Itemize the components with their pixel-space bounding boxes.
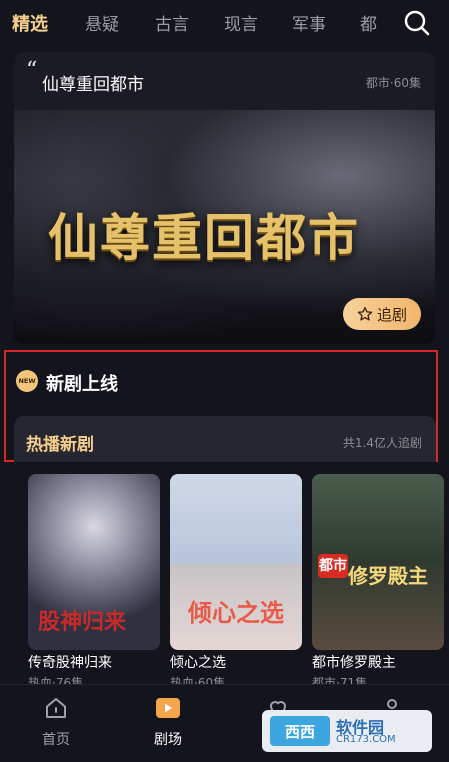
tab-suspense[interactable]: 悬疑 [85,10,119,35]
star-icon [357,307,373,321]
drama-card-list: 股神归来 传奇股神归来 热血·76集 倾心之选 倾心之选 热血·60集 都市 修… [28,474,449,690]
section-title[interactable]: 新剧上线 [46,370,118,396]
drama-title: 都市修罗殿主 [312,655,396,671]
drama-card[interactable]: 股神归来 传奇股神归来 热血·76集 [28,474,160,691]
top-category-tabs: 精选 悬疑 古言 现言 军事 都 [0,0,449,46]
follow-button[interactable]: 追剧 [343,298,421,330]
drama-card[interactable]: 倾心之选 倾心之选 热血·60集 [170,474,302,691]
viewer-count: 共1.4亿人追剧 [342,436,422,450]
poster-title: 修罗殿主 [348,564,428,588]
new-badge-icon: NEW [16,370,38,392]
hot-new-dramas-header[interactable]: 热播新剧 共1.4亿人追剧 [14,416,436,462]
site-watermark: 西西 软件园 CR173.COM [262,710,432,752]
tab-modern-romance[interactable]: 现言 [224,10,258,35]
hero-poster-title: 仙尊重回都市 [48,208,360,267]
nav-theater-label: 剧场 [154,732,182,748]
quote-icon: “ [26,58,38,83]
poster-title: 倾心之选 [188,598,284,627]
play-icon [155,695,181,721]
drama-title: 倾心之选 [170,655,226,671]
new-dramas-section: NEW 新剧上线 热播新剧 共1.4亿人追剧 [4,350,438,462]
drama-poster[interactable]: 倾心之选 [170,474,302,650]
hero-title: 仙尊重回都市 [42,75,144,95]
nav-home-label: 首页 [42,732,70,748]
nav-theater[interactable]: 剧场 [138,695,198,749]
tab-featured[interactable]: 精选 [12,10,48,36]
search-icon[interactable] [403,9,431,37]
hero-poster-image[interactable]: 仙尊重回都市 追剧 [14,110,435,344]
tab-military[interactable]: 军事 [292,10,326,35]
drama-card[interactable]: 都市 修罗殿主 都市修罗殿主 都市·71集 [312,474,444,691]
nav-home[interactable]: 首页 [26,695,86,749]
hero-header: “ 仙尊重回都市 都市·60集 [14,52,435,110]
drama-title: 传奇股神归来 [28,655,112,671]
watermark-url: CR173.COM [336,734,396,745]
tab-urban-partial[interactable]: 都 [360,10,377,35]
drama-poster[interactable]: 股神归来 [28,474,160,650]
tab-ancient-romance[interactable]: 古言 [155,10,189,35]
drama-poster[interactable]: 都市 修罗殿主 [312,474,444,650]
follow-label: 追剧 [376,305,407,324]
hero-drama-card[interactable]: “ 仙尊重回都市 都市·60集 仙尊重回都市 追剧 [14,52,435,344]
hero-meta: 都市·60集 [365,76,421,90]
hot-title: 热播新剧 [26,435,94,455]
genre-chip: 都市 [318,554,348,578]
watermark-logo: 西西 [270,716,330,746]
poster-title: 股神归来 [38,609,127,635]
home-icon [43,695,69,721]
